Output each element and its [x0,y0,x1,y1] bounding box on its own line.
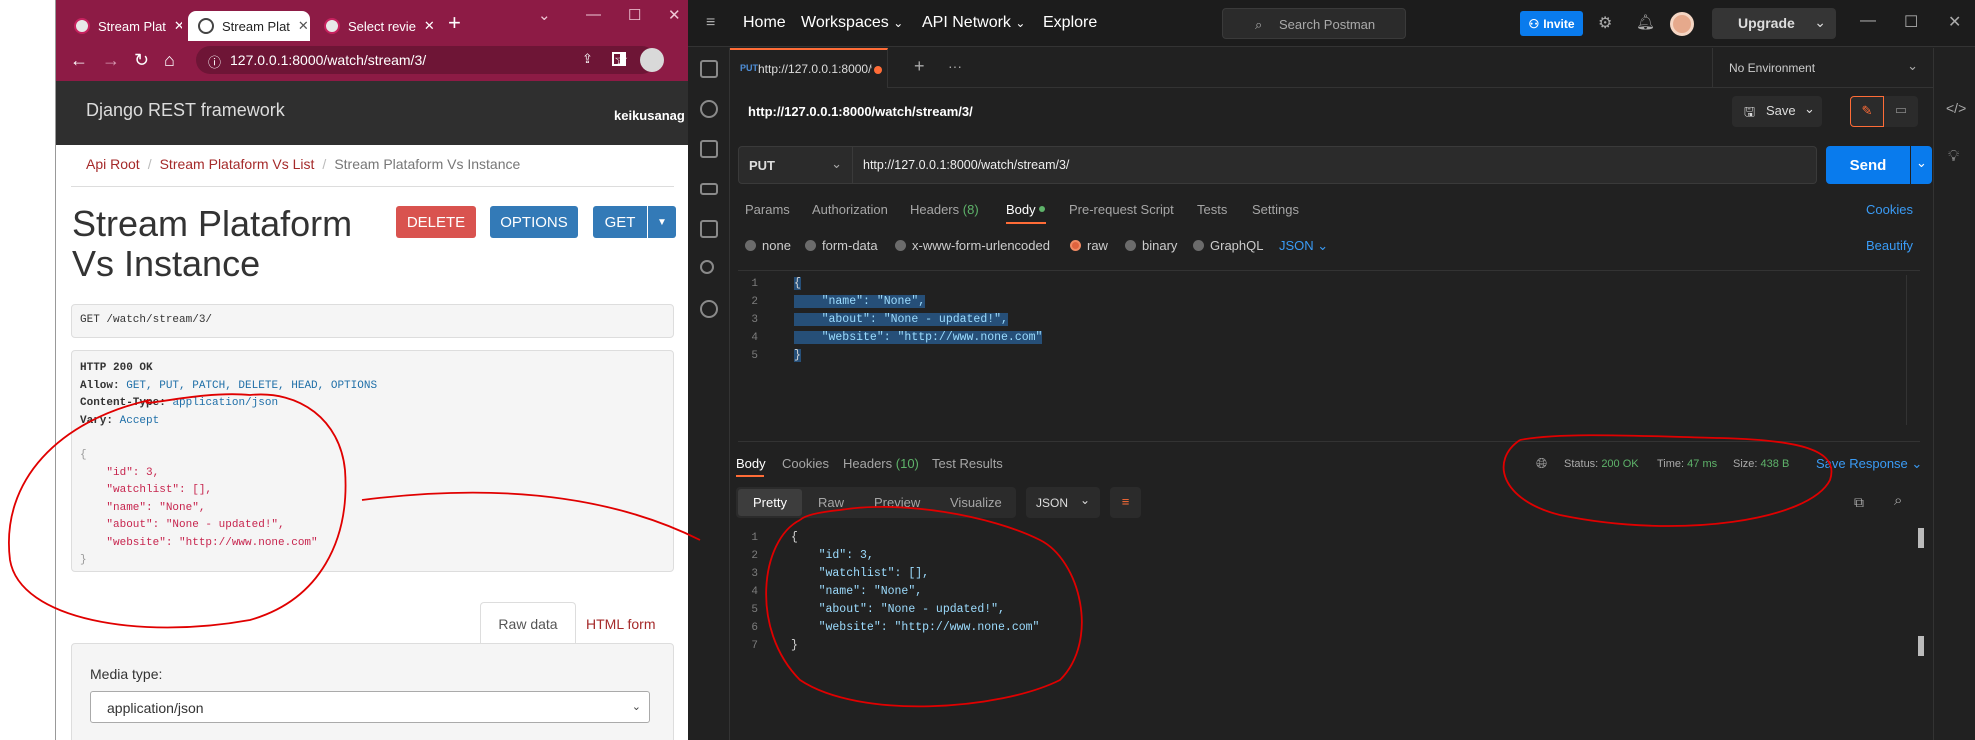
annotation-arrow-line [361,491,701,541]
annotation-circle-status [1502,434,1833,527]
annotation-circle-postman-body [765,505,1083,708]
annotation-overlay [8,393,1833,708]
annotation-circle-drf [8,393,347,629]
